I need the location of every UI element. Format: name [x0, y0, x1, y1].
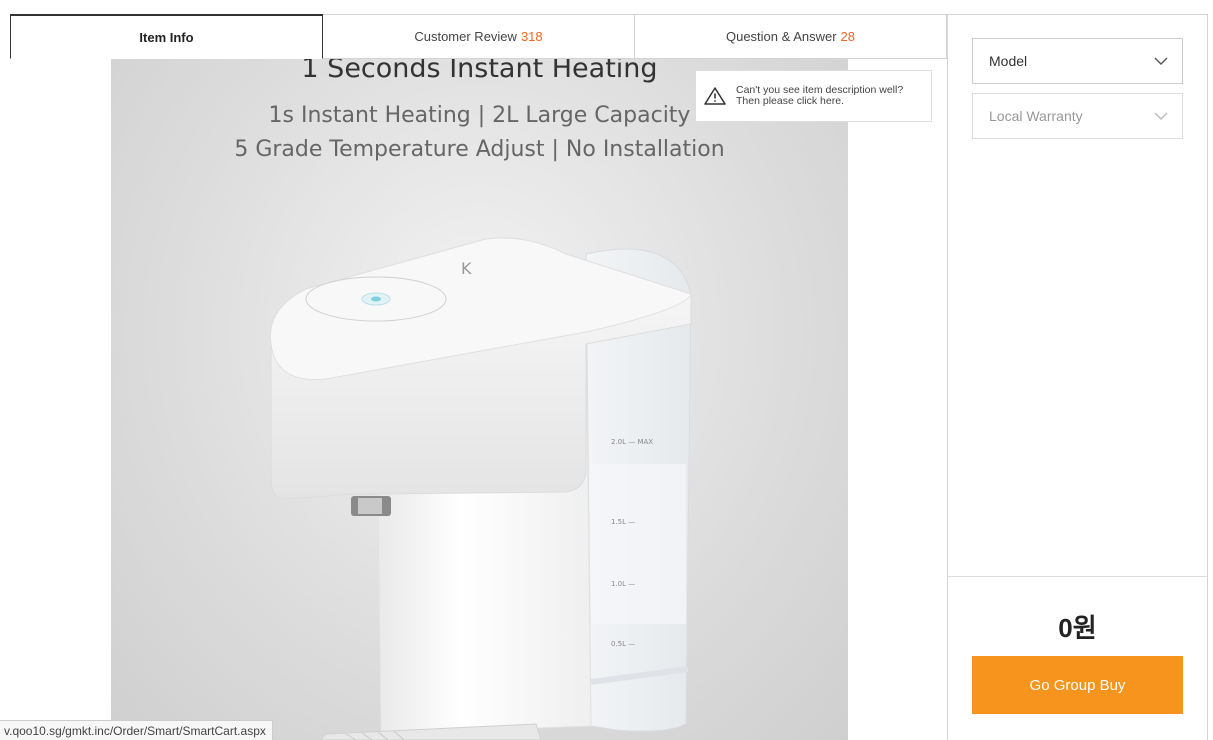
- tab-label: Customer Review: [414, 29, 517, 44]
- total-price: 0원: [1058, 613, 1097, 643]
- description-help-notice[interactable]: Can't you see item description well? The…: [695, 70, 932, 122]
- sidebar-divider: [948, 576, 1207, 577]
- tab-label: Question & Answer: [725, 29, 837, 44]
- svg-text:K: K: [461, 259, 472, 278]
- chevron-down-icon: [1154, 57, 1168, 65]
- status-bar-url: v.qoo10.sg/gmkt.inc/Order/Smart/SmartCar…: [0, 720, 273, 740]
- review-count: 318: [520, 29, 543, 44]
- product-subline-2: 5 Grade Temperature Adjust | No Installa…: [234, 137, 725, 162]
- tank-mark-2l: 2.0L — MAX: [611, 438, 653, 446]
- warranty-select-label: Local Warranty: [989, 108, 1083, 124]
- water-dispenser-illustration: K 2.0L — MAX 1.5L — 1.0L — 0.5L —: [269, 237, 692, 740]
- chevron-down-icon: [1154, 112, 1168, 120]
- tank-mark-0-5l: 0.5L —: [611, 640, 635, 648]
- tab-label: Item Info: [139, 29, 194, 45]
- warning-icon: [704, 87, 726, 105]
- item-description: 1 Seconds Instant Heating 1s Instant Hea…: [10, 59, 947, 740]
- tank-mark-1l: 1.0L —: [611, 580, 635, 588]
- warranty-select[interactable]: Local Warranty: [972, 93, 1183, 139]
- tab-customer-review[interactable]: Customer Review 318: [323, 14, 635, 58]
- go-group-buy-button[interactable]: Go Group Buy: [972, 656, 1183, 714]
- notice-line-2: Then please click here.: [736, 95, 844, 107]
- product-tabs: Item Info Customer Review 318 Question &…: [10, 14, 947, 59]
- tab-item-info[interactable]: Item Info: [10, 14, 323, 59]
- model-select-label: Model: [989, 53, 1028, 69]
- tank-mark-1-5l: 1.5L —: [611, 518, 635, 526]
- model-select[interactable]: Model: [972, 38, 1183, 84]
- qa-count: 28: [840, 29, 856, 44]
- purchase-sidebar: Model Local Warranty 0원 Go Group Buy: [947, 14, 1208, 740]
- product-image: 1 Seconds Instant Heating 1s Instant Hea…: [111, 59, 848, 740]
- tab-question-answer[interactable]: Question & Answer 28: [635, 14, 947, 58]
